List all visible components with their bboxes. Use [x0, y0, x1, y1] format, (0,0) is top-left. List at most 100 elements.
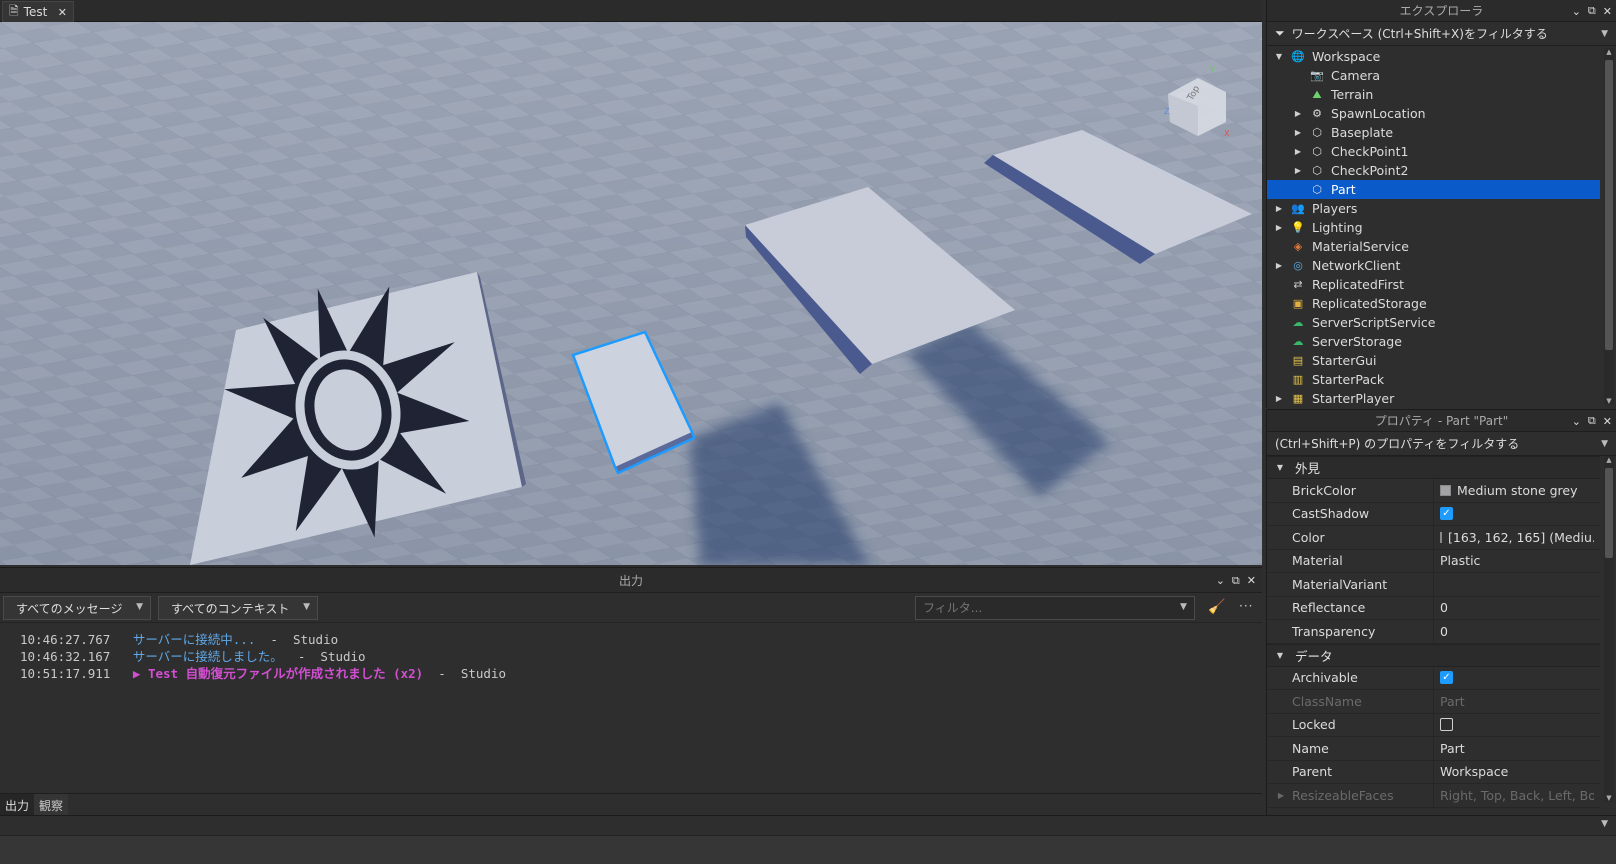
collapse-arrow-icon[interactable]: ▼ [1274, 651, 1286, 660]
output-bottom-tabs: 出力 観察 [0, 793, 1262, 815]
prop-value[interactable]: 0 [1434, 597, 1594, 620]
message-filter-dropdown[interactable]: すべてのメッセージ ▼ [3, 596, 151, 620]
tab-test[interactable]: 🗎 Test ✕ [2, 1, 74, 22]
chevron-down-icon[interactable]: ⌄ [1572, 5, 1581, 18]
prop-value[interactable] [1434, 573, 1594, 596]
more-options-icon[interactable]: ··· [1239, 599, 1253, 613]
tree-item-starterplayer[interactable]: ▶ ▦ StarterPlayer [1267, 389, 1616, 408]
expand-arrow-icon[interactable]: ▶ [1292, 128, 1304, 137]
tree-item-terrain[interactable]: ⛰ Terrain [1267, 85, 1616, 104]
collapse-arrow-icon[interactable]: ▼ [1273, 52, 1285, 61]
material-service-icon: ◈ [1293, 240, 1303, 253]
tree-item-replicatedfirst[interactable]: ⇄ ReplicatedFirst [1267, 275, 1616, 294]
color-swatch[interactable] [1440, 484, 1451, 496]
scroll-down-icon[interactable]: ▼ [1604, 397, 1614, 405]
expand-arrow-icon[interactable]: ▶ [1273, 261, 1285, 270]
scroll-down-icon[interactable]: ▼ [1604, 794, 1614, 802]
3d-viewport[interactable]: Top Y X Z [0, 22, 1262, 565]
tree-item-replicatedstorage[interactable]: ▣ ReplicatedStorage [1267, 294, 1616, 313]
chevron-down-icon[interactable]: ▼ [1180, 602, 1187, 612]
tree-item-players[interactable]: ▶ 👥 Players [1267, 199, 1616, 218]
undock-icon[interactable]: ⧉ [1232, 574, 1240, 588]
undock-icon[interactable]: ⧉ [1588, 414, 1596, 428]
explorer-scrollbar[interactable]: ▲ ▼ [1604, 48, 1614, 405]
tree-item-serverstorage[interactable]: ☁ ServerStorage [1267, 332, 1616, 351]
color-swatch[interactable] [1440, 531, 1442, 543]
tree-item-checkpoint2[interactable]: ▶ ⬡ CheckPoint2 [1267, 161, 1616, 180]
clear-output-icon[interactable]: 🧹 [1208, 599, 1225, 615]
chevron-down-icon[interactable]: ▼ [1601, 439, 1608, 449]
prop-color[interactable]: Color [163, 162, 165] (Mediu... [1267, 526, 1600, 550]
prop-brickcolor[interactable]: BrickColor Medium stone grey [1267, 479, 1600, 503]
prop-locked[interactable]: Locked [1267, 713, 1600, 737]
tree-item-label: StarterPlayer [1312, 391, 1395, 406]
properties-scrollbar[interactable]: ▲ ▼ [1604, 456, 1614, 802]
expand-arrow-icon[interactable]: ▶ [1292, 166, 1304, 175]
expand-arrow-icon[interactable]: ▶ [1292, 109, 1304, 118]
scrollbar-thumb[interactable] [1605, 60, 1613, 350]
tree-item-networkclient[interactable]: ▶ ◎ NetworkClient [1267, 256, 1616, 275]
prop-material[interactable]: Material Plastic [1267, 549, 1600, 573]
filter-icon[interactable]: ⏷ [1275, 26, 1285, 41]
chevron-down-icon[interactable]: ⌄ [1572, 415, 1581, 428]
tree-item-baseplate[interactable]: ▶ ⬡ Baseplate [1267, 123, 1616, 142]
tree-item-part[interactable]: ⬡ Part [1267, 180, 1600, 199]
prop-value[interactable]: Part [1434, 737, 1594, 760]
tree-item-lighting[interactable]: ▶ 💡 Lighting [1267, 218, 1616, 237]
tree-item-startergui[interactable]: ▤ StarterGui [1267, 351, 1616, 370]
command-bar[interactable]: ▼ [0, 815, 1616, 835]
tab-watch[interactable]: 観察 [34, 794, 69, 815]
scrollbar-thumb[interactable] [1605, 468, 1613, 558]
close-icon[interactable]: ✕ [1603, 5, 1612, 18]
undock-icon[interactable]: ⧉ [1588, 4, 1596, 18]
close-icon[interactable]: ✕ [1247, 574, 1256, 587]
log-entry[interactable]: 10:51:17.911 ▶ Test 自動復元ファイルが作成されました (x2… [20, 665, 1262, 682]
tree-item-spawnlocation[interactable]: ▶ ⚙ SpawnLocation [1267, 104, 1616, 123]
status-bar [0, 835, 1616, 864]
expand-arrow-icon[interactable]: ▶ [1273, 204, 1285, 213]
close-icon[interactable]: ✕ [58, 6, 67, 19]
tree-item-checkpoint1[interactable]: ▶ ⬡ CheckPoint1 [1267, 142, 1616, 161]
prop-reflectance[interactable]: Reflectance 0 [1267, 596, 1600, 620]
context-filter-dropdown[interactable]: すべてのコンテキスト ▼ [158, 596, 318, 620]
output-filter-input[interactable] [915, 596, 1195, 620]
section-appearance[interactable]: ▼ 外見 [1267, 456, 1600, 479]
tree-item-serverscriptservice[interactable]: ☁ ServerScriptService [1267, 313, 1616, 332]
context-filter-value: すべてのコンテキスト [171, 601, 290, 616]
properties-title: プロパティ - Part "Part" [1374, 414, 1509, 428]
scroll-up-icon[interactable]: ▲ [1604, 456, 1614, 464]
expand-arrow-icon[interactable]: ▶ [1292, 147, 1304, 156]
close-icon[interactable]: ✕ [1603, 415, 1612, 428]
expand-arrow-icon[interactable]: ▶ [1275, 791, 1287, 800]
prop-materialvariant[interactable]: MaterialVariant [1267, 573, 1600, 597]
prop-value[interactable]: Workspace [1434, 761, 1594, 784]
prop-value: Part [1440, 693, 1465, 709]
prop-transparency[interactable]: Transparency 0 [1267, 620, 1600, 644]
scroll-up-icon[interactable]: ▲ [1604, 48, 1614, 56]
prop-value[interactable]: 0 [1434, 620, 1594, 643]
chevron-down-icon[interactable]: ▼ [1601, 819, 1608, 829]
chevron-down-icon[interactable]: ⌄ [1216, 574, 1225, 587]
castshadow-checkbox[interactable]: ✓ [1440, 507, 1453, 521]
tree-item-starterpack[interactable]: ▥ StarterPack [1267, 370, 1616, 389]
prop-name[interactable]: Name Part [1267, 737, 1600, 761]
prop-parent[interactable]: Parent Workspace [1267, 760, 1600, 784]
prop-value: [163, 162, 165] (Mediu... [1448, 529, 1594, 545]
prop-label: Parent [1267, 760, 1434, 783]
archivable-checkbox[interactable]: ✓ [1440, 671, 1453, 685]
tree-item-materialservice[interactable]: ◈ MaterialService [1267, 237, 1616, 256]
prop-castshadow[interactable]: CastShadow ✓ [1267, 502, 1600, 526]
section-data[interactable]: ▼ データ [1267, 643, 1600, 667]
properties-filter[interactable]: (Ctrl+Shift+P) のプロパティをフィルタする ▼ [1267, 432, 1616, 456]
collapse-arrow-icon[interactable]: ▼ [1274, 463, 1286, 472]
expand-arrow-icon[interactable]: ▶ [1273, 394, 1285, 403]
prop-resizeablefaces[interactable]: ▶ ResizeableFaces Right, Top, Back, Left,… [1267, 784, 1600, 808]
prop-archivable[interactable]: Archivable ✓ [1267, 666, 1600, 690]
expand-arrow-icon[interactable]: ▶ [1273, 223, 1285, 232]
tab-output[interactable]: 出力 [0, 794, 35, 815]
tree-item-camera[interactable]: 📷 Camera [1267, 66, 1616, 85]
chevron-down-icon[interactable]: ▼ [1601, 29, 1608, 39]
tree-item-workspace[interactable]: ▼ 🌐 Workspace [1267, 47, 1616, 66]
locked-checkbox[interactable] [1440, 718, 1453, 732]
explorer-filter[interactable]: ⏷ ワークスペース (Ctrl+Shift+X)をフィルタする ▼ [1267, 22, 1616, 46]
